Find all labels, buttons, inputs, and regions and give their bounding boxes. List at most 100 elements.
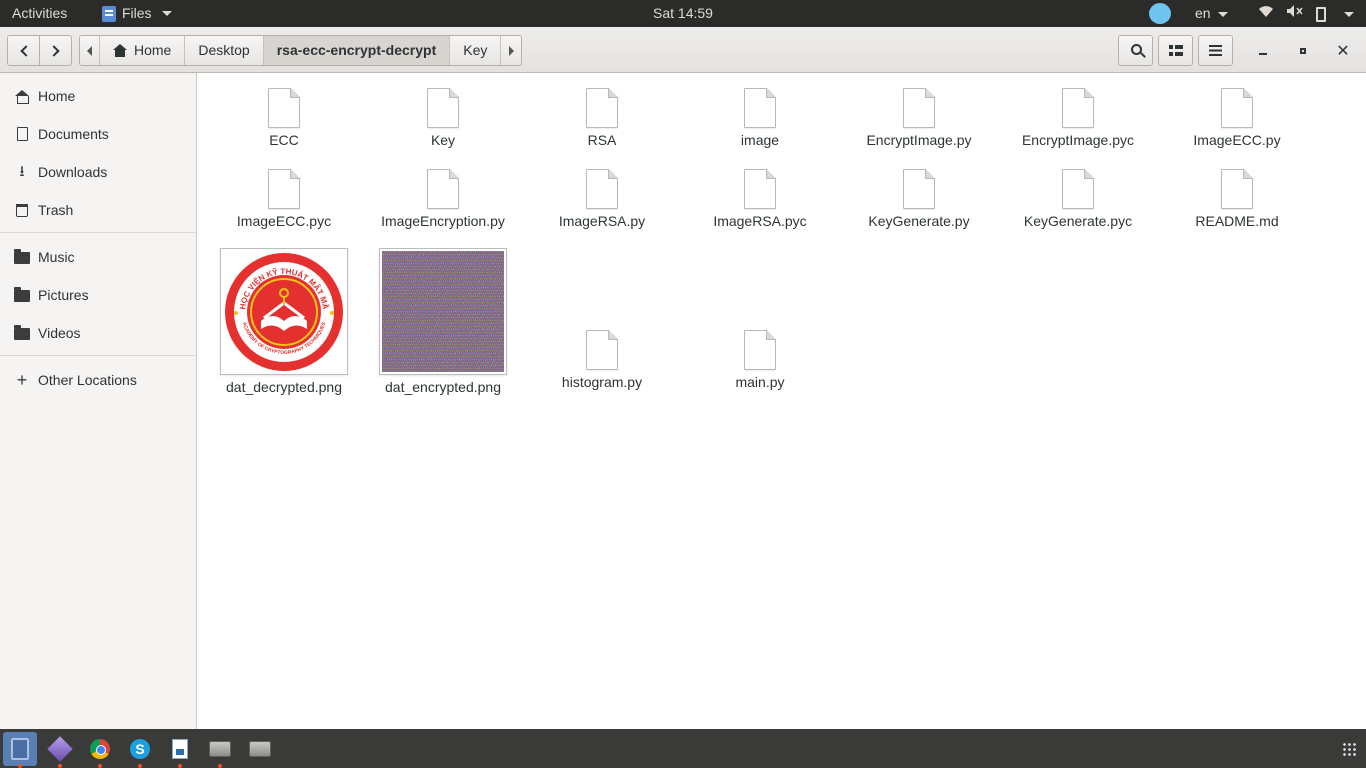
sidebar-item-documents[interactable]: Documents — [0, 119, 196, 149]
file-item[interactable]: ImageECC.pyc — [209, 169, 359, 229]
chrome-icon — [90, 739, 110, 759]
sidebar-item-label: Videos — [38, 325, 81, 341]
dock-files[interactable] — [3, 732, 37, 768]
file-name: dat_decrypted.png — [226, 379, 342, 395]
file-item[interactable]: main.py — [685, 330, 835, 390]
path-segment-desktop[interactable]: Desktop — [185, 36, 264, 65]
wifi-icon[interactable] — [1258, 0, 1274, 27]
path-segment-label: Home — [134, 42, 172, 58]
file-item[interactable]: EncryptImage.pyc — [1003, 88, 1153, 148]
file-item[interactable]: histogram.py — [527, 330, 677, 390]
search-button[interactable] — [1118, 35, 1153, 66]
file-name: Key — [430, 132, 456, 148]
document-icon — [14, 126, 30, 142]
list-view-icon — [1168, 44, 1183, 57]
clock[interactable]: Sat 14:59 — [653, 5, 713, 21]
arrow-right-icon — [508, 45, 514, 56]
chevron-right-icon — [47, 44, 60, 57]
folder-icon — [14, 249, 30, 265]
file-name: RSA — [587, 132, 617, 148]
sidebar-item-other-locations[interactable]: + Other Locations — [0, 365, 196, 395]
file-name: KeyGenerate.pyc — [1023, 213, 1133, 229]
back-button[interactable] — [7, 35, 40, 66]
app-menu-label: Files — [122, 5, 152, 21]
sidebar-item-trash[interactable]: Trash — [0, 195, 196, 225]
chevron-down-icon — [161, 11, 172, 16]
file-icon — [903, 169, 935, 209]
path-scroll-right-button[interactable] — [501, 36, 521, 65]
file-icon — [586, 330, 618, 370]
dock-skype[interactable]: S — [123, 732, 157, 768]
battery-icon[interactable] — [1316, 0, 1326, 27]
path-bar: Home Desktop rsa-ecc-encrypt-decrypt Key — [79, 35, 523, 66]
file-item[interactable]: ImageECC.py — [1162, 88, 1312, 148]
file-view: ECC Key RSA image EncryptImage.py Encryp… — [198, 73, 1366, 729]
sidebar-item-music[interactable]: Music — [0, 242, 196, 272]
download-icon: ⭳ — [19, 163, 25, 180]
search-icon — [1131, 44, 1142, 55]
file-item[interactable]: dat_encrypted.png — [368, 248, 518, 395]
file-name: ImageRSA.pyc — [713, 213, 807, 229]
minimize-button[interactable] — [1248, 35, 1278, 66]
academy-logo: HỌC VIỆN KỸ THUẬT MẬT MÃ ACADEMY OF CRYP… — [225, 253, 343, 371]
file-icon — [427, 88, 459, 128]
sidebar-item-home[interactable]: Home — [0, 81, 196, 111]
home-icon — [14, 88, 30, 104]
file-name: KeyGenerate.py — [868, 213, 970, 229]
file-name: image — [740, 132, 780, 148]
dock-drive-2[interactable] — [243, 732, 277, 766]
dock-document-viewer[interactable] — [163, 732, 197, 768]
sidebar-item-videos[interactable]: Videos — [0, 318, 196, 348]
close-button[interactable]: ✕ — [1328, 35, 1358, 66]
file-item[interactable]: EncryptImage.py — [844, 88, 994, 148]
gem-icon — [47, 736, 73, 762]
file-icon — [586, 88, 618, 128]
hamburger-icon — [1209, 45, 1222, 56]
file-icon — [744, 88, 776, 128]
file-item[interactable]: ImageEncryption.py — [368, 169, 518, 229]
activities-button[interactable]: Activities — [12, 0, 67, 27]
file-item[interactable]: KeyGenerate.py — [844, 169, 994, 229]
skype-tray-icon[interactable] — [1149, 3, 1171, 24]
dock-chrome[interactable] — [83, 732, 117, 768]
file-item[interactable]: ImageRSA.pyc — [685, 169, 835, 229]
chevron-left-icon — [19, 44, 32, 57]
chevron-down-icon — [1218, 11, 1229, 17]
dock-gem-app[interactable] — [43, 732, 77, 768]
drive-icon — [209, 741, 231, 757]
file-item[interactable]: ImageRSA.py — [527, 169, 677, 229]
path-segment-home[interactable]: Home — [100, 36, 186, 65]
maximize-button[interactable] — [1288, 35, 1318, 66]
view-toggle-button[interactable] — [1158, 35, 1193, 66]
sidebar-item-pictures[interactable]: Pictures — [0, 280, 196, 310]
show-applications-button[interactable] — [1332, 732, 1366, 766]
skype-icon: S — [130, 739, 150, 759]
plus-icon: + — [16, 370, 28, 390]
file-item[interactable]: image — [685, 88, 835, 148]
file-item[interactable]: KeyGenerate.pyc — [1003, 169, 1153, 229]
app-menu[interactable]: Files — [102, 0, 172, 27]
menu-button[interactable] — [1198, 35, 1233, 66]
file-name: histogram.py — [561, 374, 643, 390]
dock-drive-1[interactable] — [203, 732, 237, 768]
file-icon — [1062, 169, 1094, 209]
path-segment-key[interactable]: Key — [450, 36, 502, 65]
volume-icon[interactable] — [1286, 0, 1304, 27]
file-item[interactable]: RSA — [527, 88, 677, 148]
path-segment-current[interactable]: rsa-ecc-encrypt-decrypt — [263, 36, 451, 65]
sidebar-item-downloads[interactable]: ⭳ Downloads — [0, 157, 196, 187]
language-indicator[interactable]: en — [1195, 0, 1229, 27]
system-menu-button[interactable] — [1340, 0, 1354, 27]
file-item[interactable]: HỌC VIỆN KỸ THUẬT MẬT MÃ ACADEMY OF CRYP… — [209, 248, 359, 395]
file-icon — [268, 169, 300, 209]
sidebar-item-label: Music — [38, 249, 75, 265]
file-name: EncryptImage.py — [866, 132, 972, 148]
top-panel: Activities Files Sat 14:59 en — [0, 0, 1366, 27]
file-item[interactable]: Key — [368, 88, 518, 148]
file-item[interactable]: README.md — [1162, 169, 1312, 229]
path-scroll-left-button[interactable] — [80, 36, 100, 65]
sidebar-item-label: Home — [38, 88, 76, 104]
file-item[interactable]: ECC — [209, 88, 359, 148]
forward-button[interactable] — [39, 35, 72, 66]
logo-thumbnail: HỌC VIỆN KỸ THUẬT MẬT MÃ ACADEMY OF CRYP… — [220, 248, 348, 375]
